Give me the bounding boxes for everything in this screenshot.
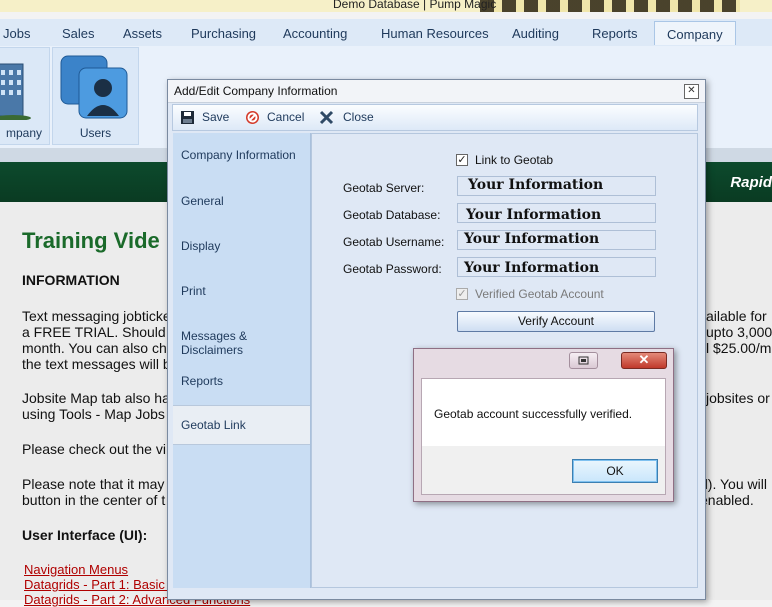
nav-display[interactable]: Display [173, 223, 310, 268]
ribbon-tab-bar: Jobs Sales Assets Purchasing Accounting … [0, 19, 772, 47]
paragraph-line: Text messaging jobticke [22, 308, 171, 324]
close-button[interactable]: Close [343, 110, 374, 124]
restore-icon[interactable] [569, 352, 598, 369]
paragraph-line: month. You can also ch [22, 340, 167, 356]
paragraph-line: Please check out the vi [22, 441, 166, 457]
tab-purchasing[interactable]: Purchasing [191, 26, 256, 41]
settings-nav: Company Information General Display Prin… [173, 133, 311, 588]
window-title: Demo Database | Pump Magic [333, 0, 497, 11]
paragraph-line: jobsites or [706, 390, 770, 406]
tab-company[interactable]: Company [654, 21, 736, 45]
paragraph-line: d). You will [700, 476, 767, 492]
building-icon [0, 63, 31, 120]
paragraph-line: Jobsite Map tab also ha [22, 390, 170, 406]
geotab-server-label: Geotab Server: [343, 181, 425, 195]
dialog-title: Add/Edit Company Information [174, 84, 338, 98]
tab-human-resources[interactable]: Human Resources [381, 26, 489, 41]
users-ribbon-button[interactable]: Users [52, 47, 139, 145]
nav-company-information[interactable]: Company Information [173, 133, 310, 178]
geotab-database-label: Geotab Database: [343, 208, 441, 222]
nav-geotab-link[interactable]: Geotab Link [173, 405, 310, 445]
nav-reports[interactable]: Reports [173, 358, 310, 403]
close-icon [319, 110, 334, 125]
cancel-button[interactable]: Cancel [267, 110, 304, 124]
nav-messages-disclaimers[interactable]: Messages & Disclaimers [173, 313, 310, 358]
cancel-icon [246, 111, 259, 124]
geotab-database-field[interactable]: Your Information [457, 203, 656, 223]
tab-jobs[interactable]: Jobs [3, 26, 30, 41]
ok-button[interactable]: OK [572, 459, 658, 483]
page-heading: Training Vide [22, 228, 160, 253]
paragraph-line: Please note that it may [22, 476, 165, 492]
company-info-dialog: Add/Edit Company Information ✕ Save Canc… [167, 79, 706, 600]
verified-account-label: Verified Geotab Account [475, 287, 604, 301]
banner-text: Rapid [730, 174, 772, 191]
dialog-title-bar: Add/Edit Company Information ✕ [168, 80, 705, 103]
message-text: Geotab account successfully verified. [434, 407, 633, 421]
link-to-geotab-checkbox[interactable]: ✓ [456, 154, 468, 166]
verified-account-checkbox: ✓ [456, 288, 468, 300]
tab-reports[interactable]: Reports [592, 26, 638, 41]
verification-message-box: ✕ Geotab account successfully verified. … [413, 348, 674, 502]
users-ribbon-label: Users [79, 126, 112, 140]
paragraph-line: using Tools - Map Jobs [22, 406, 165, 422]
geotab-username-label: Geotab Username: [343, 235, 445, 249]
link-to-geotab-label: Link to Geotab [475, 153, 554, 167]
nav-print[interactable]: Print [173, 268, 310, 313]
section-heading: INFORMATION [22, 272, 120, 288]
geotab-password-field[interactable]: Your Information [457, 257, 656, 277]
verify-account-button[interactable]: Verify Account [457, 311, 655, 332]
geotab-password-label: Geotab Password: [343, 262, 442, 276]
paragraph-line: a FREE TRIAL. Should [22, 324, 166, 340]
tab-sales[interactable]: Sales [62, 26, 95, 41]
link-datagrids-part-1[interactable]: Datagrids - Part 1: Basic F [24, 577, 176, 592]
nav-general[interactable]: General [173, 178, 310, 223]
paragraph-line: ailable for [706, 308, 767, 324]
paragraph-line: button in the center of t [22, 492, 166, 508]
link-navigation-menus[interactable]: Navigation Menus [24, 562, 128, 577]
tab-auditing[interactable]: Auditing [512, 26, 559, 41]
message-content-area: Geotab account successfully verified. [422, 379, 665, 446]
paragraph-line: enabled. [700, 492, 754, 508]
geotab-username-field[interactable]: Your Information [457, 230, 656, 250]
tab-accounting[interactable]: Accounting [283, 26, 347, 41]
company-ribbon-label: mpany [5, 126, 43, 140]
geotab-server-field[interactable]: Your Information [457, 176, 656, 196]
company-ribbon-button[interactable]: mpany [0, 47, 50, 145]
message-body: Geotab account successfully verified. OK [421, 378, 666, 495]
paragraph-line: the text messages will b [22, 356, 171, 372]
save-icon [181, 111, 194, 124]
paragraph-line: l $25.00/m [706, 340, 772, 356]
tab-assets[interactable]: Assets [123, 26, 162, 41]
dialog-close-icon[interactable]: ✕ [684, 84, 699, 99]
users-icon [60, 55, 128, 119]
ui-heading: User Interface (UI): [22, 527, 148, 543]
dialog-toolbar: Save Cancel Close [172, 104, 698, 131]
app-logo [480, 0, 740, 12]
message-close-icon[interactable]: ✕ [621, 352, 667, 369]
window-title-bar: Demo Database | Pump Magic [0, 0, 772, 12]
restore-glyph-icon [578, 356, 589, 365]
paragraph-line: upto 3,000 [706, 324, 772, 340]
save-button[interactable]: Save [202, 110, 229, 124]
